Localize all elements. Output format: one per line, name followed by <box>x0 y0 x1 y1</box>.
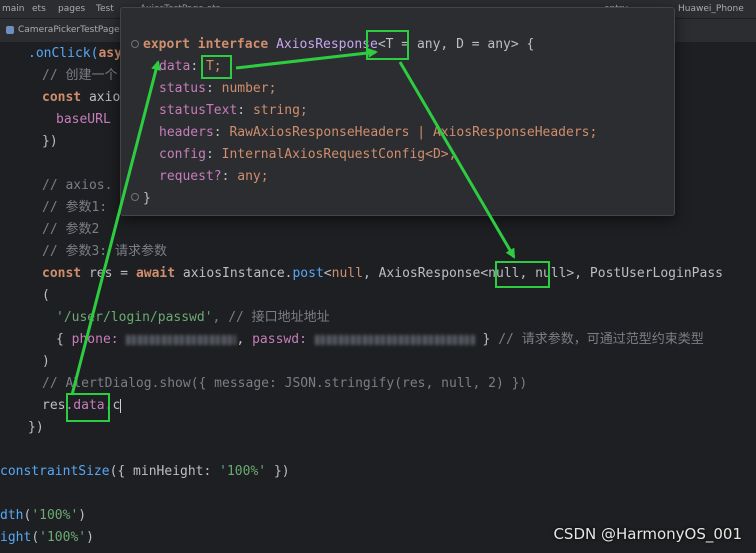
fold-marker-icon[interactable] <box>131 193 139 201</box>
popup-line: export interface AxiosResponse<T = any, … <box>143 37 535 52</box>
code-line: }) <box>28 420 44 435</box>
breadcrumb-item[interactable]: Test <box>96 4 114 14</box>
code-line: // axios. <box>42 178 113 193</box>
device-selector[interactable]: Huawei_Phone <box>678 4 744 14</box>
popup-line: config: InternalAxiosRequestConfig<D>; <box>159 147 457 162</box>
code-line: '/user/login/passwd', // 接口地址地址 <box>56 310 330 325</box>
code-line: baseURL <box>56 112 111 127</box>
text-cursor <box>120 398 122 413</box>
code-line: // AlertDialog.show({ message: JSON.stri… <box>42 376 528 391</box>
code-line: ight('100%') <box>0 530 94 545</box>
watermark: CSDN @HarmonyOS_001 <box>553 525 742 543</box>
redacted-password <box>314 334 475 345</box>
highlight-res-data <box>66 393 110 422</box>
popup-line: headers: RawAxiosResponseHeaders | Axios… <box>159 125 598 140</box>
code-line: // 创建一个 <box>42 68 118 83</box>
popup-line: statusText: string; <box>159 103 308 118</box>
breadcrumb-item[interactable]: pages <box>58 4 85 14</box>
highlight-null-argument <box>495 261 550 288</box>
popup-line: request?: any; <box>159 169 269 184</box>
code-line: ( <box>42 288 50 303</box>
code-line: // 参数2 <box>42 222 100 237</box>
popup-line: status: number; <box>159 81 277 96</box>
code-line: const axio <box>42 90 121 105</box>
code-line: .onClick(asy <box>28 46 122 61</box>
code-line: dth('100%') <box>0 508 87 523</box>
breadcrumb-item[interactable]: main <box>2 4 25 14</box>
code-line: { phone: , passwd: } // 请求参数，可通过范型约束类型 <box>56 332 704 347</box>
highlight-data-type <box>201 55 232 79</box>
editor-tab-label: CameraPickerTestPage <box>18 25 120 35</box>
code-line: // 参数3: 请求参数 <box>42 244 167 259</box>
highlight-generic-t <box>366 30 409 60</box>
fold-marker-icon[interactable] <box>131 40 139 48</box>
popup-line: } <box>143 191 151 206</box>
code-line: }) <box>42 134 58 149</box>
code-line: ) <box>42 354 50 369</box>
editor-tab[interactable]: CameraPickerTestPage <box>4 23 126 38</box>
file-icon <box>6 26 14 34</box>
code-line: const res = await axiosInstance.post<nul… <box>42 266 723 281</box>
code-line: constraintSize({ minHeight: '100%' }) <box>0 464 290 479</box>
redacted-phone <box>126 334 237 345</box>
code-line: // 参数1: <box>42 200 108 215</box>
breadcrumb-item[interactable]: ets <box>32 4 46 14</box>
